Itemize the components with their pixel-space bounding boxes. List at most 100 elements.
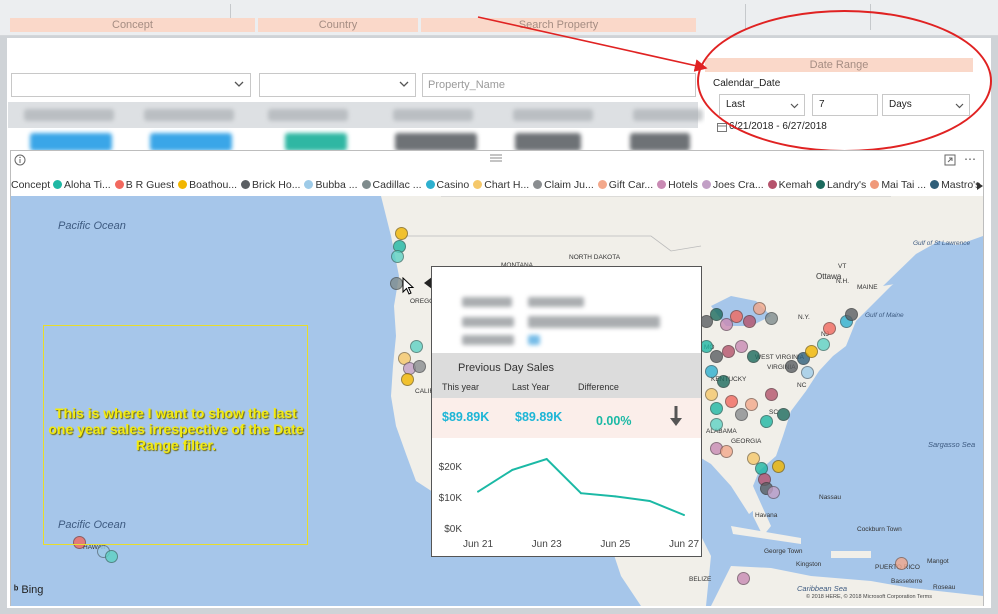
place-label: Gulf of St Lawrence	[913, 240, 971, 247]
map-marker[interactable]	[710, 418, 723, 431]
drag-handle-icon[interactable]	[489, 153, 503, 163]
focus-mode-icon[interactable]	[944, 154, 956, 166]
legend-label: Chart H...	[484, 179, 530, 191]
map-marker[interactable]	[720, 445, 733, 458]
info-icon[interactable]	[14, 154, 26, 166]
legend-dot	[701, 180, 711, 189]
map-marker[interactable]	[737, 572, 750, 585]
map-marker[interactable]	[805, 345, 818, 358]
map-marker[interactable]	[745, 398, 758, 411]
x-tick-label: Jun 27	[669, 539, 699, 550]
legend-dot	[425, 180, 435, 189]
legend-next-icon[interactable]	[977, 182, 983, 190]
legend-dot	[114, 180, 124, 189]
map-marker[interactable]	[760, 415, 773, 428]
legend-label: Landry's	[826, 179, 867, 191]
legend-item[interactable]: Kemah	[767, 179, 812, 191]
blurred-field	[462, 297, 512, 307]
legend-item[interactable]: B R Guest	[114, 179, 174, 191]
map-marker[interactable]	[753, 302, 766, 315]
more-options-icon[interactable]: ⋯	[964, 152, 976, 166]
legend-item[interactable]: Brick Ho...	[241, 179, 300, 191]
legend-item[interactable]: Cadillac ...	[361, 179, 422, 191]
sales-data-point	[511, 468, 514, 471]
map-marker[interactable]	[105, 550, 118, 563]
map-marker[interactable]	[895, 557, 908, 570]
map-marker[interactable]	[410, 340, 423, 353]
bing-label: Bing	[21, 584, 44, 596]
sales-data-point	[477, 490, 479, 493]
map-marker[interactable]	[395, 227, 408, 240]
legend-item[interactable]: Boathou...	[178, 179, 237, 191]
map-marker[interactable]	[772, 460, 785, 473]
ocean-label-caribbean: Caribbean Sea	[797, 584, 848, 593]
legend-item[interactable]: Mai Tai ...	[870, 179, 926, 191]
blurred-value	[528, 316, 660, 328]
place-label: NORTH DAKOTA	[569, 254, 621, 261]
legend-item[interactable]: Casino	[425, 179, 469, 191]
legend-label: Claim Ju...	[544, 179, 594, 191]
map-marker[interactable]	[717, 375, 730, 388]
map-marker[interactable]	[725, 395, 738, 408]
map-marker[interactable]	[777, 408, 790, 421]
legend-label: Cadillac ...	[372, 179, 422, 191]
map-marker[interactable]	[785, 360, 798, 373]
map-marker[interactable]	[817, 338, 830, 351]
map-marker[interactable]	[747, 350, 760, 363]
legend-title: Concept	[11, 179, 51, 191]
sales-series-line	[477, 457, 685, 516]
hispaniola-land	[831, 551, 871, 558]
map-marker[interactable]	[765, 312, 778, 325]
blurred-field	[462, 317, 514, 327]
sales-data-point	[614, 495, 617, 498]
map-marker[interactable]	[401, 373, 414, 386]
blurred-value	[528, 335, 540, 345]
blurred-field	[462, 335, 514, 345]
legend-item[interactable]: Mastro's	[930, 179, 980, 191]
legend-item[interactable]: Joes Cra...	[701, 179, 764, 191]
annotation-arrow	[477, 16, 708, 72]
legend-item[interactable]: Claim Ju...	[533, 179, 594, 191]
legend-label: Mastro's	[941, 179, 981, 191]
sales-trend-chart: $0K $10K $20K Jun 21 Jun 23 Jun 25 Jun 27	[439, 457, 699, 550]
place-label: BELIZE	[689, 576, 712, 583]
legend-label: Bubba ...	[315, 179, 358, 191]
legend-label: Brick Ho...	[252, 179, 301, 191]
column-header-this-year: This year	[442, 382, 480, 392]
blurred-value	[528, 297, 584, 307]
ocean-label-pacific-north: Pacific Ocean	[58, 220, 126, 232]
place-label: Kingston	[796, 561, 822, 568]
map-marker[interactable]	[705, 365, 718, 378]
legend-item[interactable]: Hotels	[657, 179, 698, 191]
map-copyright: © 2018 HERE, © 2018 Microsoft Corporatio…	[806, 594, 933, 600]
map-marker[interactable]	[735, 340, 748, 353]
map-marker[interactable]	[823, 322, 836, 335]
map-marker[interactable]	[710, 402, 723, 415]
legend-label: Aloha Ti...	[64, 179, 111, 191]
map-marker[interactable]	[413, 360, 426, 373]
legend-dot	[361, 180, 371, 189]
legend-item[interactable]: Chart H...	[473, 179, 529, 191]
place-label: MAINE	[857, 284, 878, 291]
legend-item[interactable]: Bubba ...	[304, 179, 358, 191]
map-marker[interactable]	[391, 250, 404, 263]
annotation-note: This is where I want to show the last on…	[48, 405, 304, 453]
legend-item[interactable]: Aloha Ti...	[53, 179, 111, 191]
map-marker[interactable]	[722, 345, 735, 358]
place-label: George Town	[764, 548, 803, 555]
legend-items: Aloha Ti... B R Guest Boathou... Brick Ho..…	[53, 179, 983, 191]
legend-item[interactable]: Landry's	[815, 179, 867, 191]
place-label: Nassau	[819, 494, 842, 501]
map-marker[interactable]	[743, 315, 756, 328]
map-marker[interactable]	[730, 310, 743, 323]
sales-data-point	[545, 458, 548, 460]
map-marker[interactable]	[767, 486, 780, 499]
map-marker[interactable]	[705, 388, 718, 401]
map-marker[interactable]	[801, 366, 814, 379]
legend-label: Kemah	[778, 179, 812, 191]
map-marker[interactable]	[765, 388, 778, 401]
place-label: VT	[838, 263, 847, 270]
map-marker[interactable]	[845, 308, 858, 321]
map-marker[interactable]	[735, 408, 748, 421]
legend-item[interactable]: Gift Car...	[597, 179, 653, 191]
